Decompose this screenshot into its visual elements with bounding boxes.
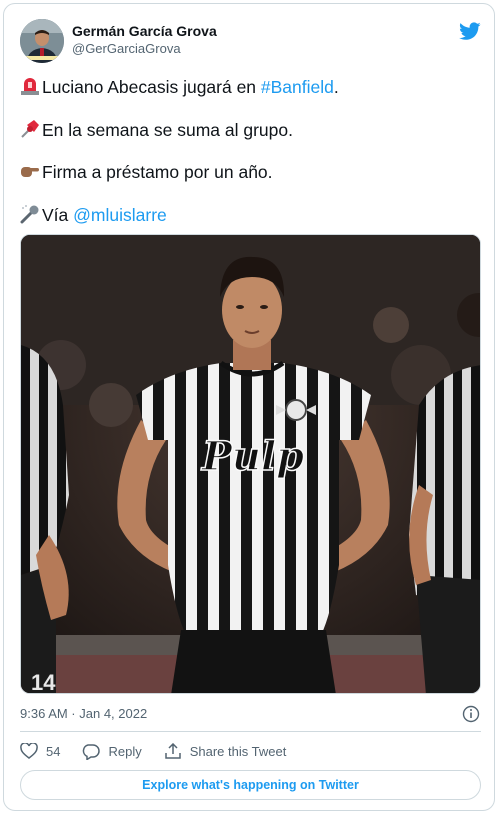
share-button[interactable]: Share this Tweet <box>164 742 287 760</box>
tweet-card[interactable]: Germán García Grova @GerGarciaGrova Luci… <box>3 3 495 811</box>
tweet-text: Luciano Abecasis jugará en <box>42 77 261 97</box>
share-icon <box>164 742 181 759</box>
reply-icon <box>83 743 101 760</box>
player-photo: Pulp 14 <box>21 235 480 694</box>
divider <box>20 731 481 732</box>
mention-link[interactable]: @mluislarre <box>73 205 167 225</box>
like-button[interactable]: 54 <box>20 743 60 759</box>
tweet-photo[interactable]: Pulp 14 <box>20 234 481 694</box>
heart-icon <box>20 743 38 759</box>
tweet-text: Vía <box>42 205 74 225</box>
pushpin-icon <box>21 120 39 138</box>
reply-button[interactable]: Reply <box>82 743 142 760</box>
tweet-line-3: Firma a préstamo por un año. <box>20 160 273 184</box>
microphone-icon <box>20 205 39 224</box>
rotating-light-icon <box>21 78 39 95</box>
tweet-line-1: Luciano Abecasis jugará en #Banfield. <box>20 75 339 99</box>
author-handle[interactable]: @GerGarciaGrova <box>72 40 217 58</box>
twitter-bird-icon[interactable] <box>459 22 481 41</box>
jersey-number: 14 <box>31 670 56 694</box>
avatar[interactable] <box>20 19 64 63</box>
tweet-line-4: Vía @mluislarre <box>20 203 167 227</box>
tweet-actions: 54 Reply Share this Tweet <box>20 741 308 761</box>
tweet-text-end: . <box>333 77 339 97</box>
pointing-hand-icon <box>21 167 39 177</box>
sponsor-logo: Pulp <box>201 433 304 480</box>
author-info[interactable]: Germán García Grova @GerGarciaGrova <box>72 22 217 58</box>
tweet-line-2: En la semana se suma al grupo. <box>20 118 293 142</box>
tweet-text: Firma a préstamo por un año. <box>42 162 273 182</box>
timestamp-link[interactable]: 9:36 AM · Jan 4, 2022 <box>20 706 147 721</box>
reply-label: Reply <box>108 743 142 759</box>
info-icon[interactable] <box>462 705 480 723</box>
like-count: 54 <box>46 743 61 759</box>
tweet-text: En la semana se suma al grupo. <box>42 120 293 140</box>
share-label: Share this Tweet <box>189 743 287 759</box>
explore-twitter-button[interactable]: Explore what's happening on Twitter <box>20 770 481 800</box>
author-name[interactable]: Germán García Grova <box>72 22 217 40</box>
banfield-hashtag-link[interactable]: #Banfield <box>261 77 334 97</box>
